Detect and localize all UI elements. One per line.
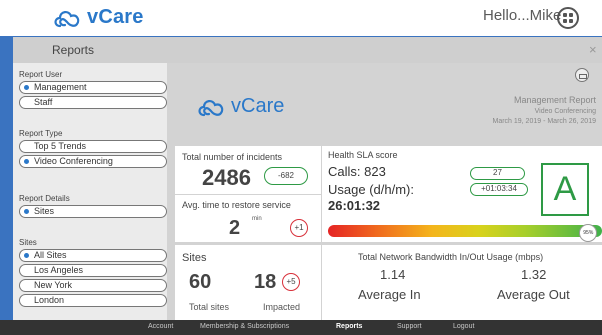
cloud-logo-icon — [198, 99, 224, 116]
footer-nav: Account Membership & Subscriptions Repor… — [0, 320, 602, 335]
grid-dot-icon — [569, 19, 573, 23]
option-new-york[interactable]: New York — [19, 279, 167, 292]
sites-card: Sites 60 Total sites 18 +5 Impacted — [175, 245, 321, 320]
restore-delta-badge: +1 — [290, 219, 308, 237]
report-info: Management Report Video Conferencing Mar… — [376, 95, 596, 125]
sites-impacted-label: Impacted — [263, 302, 301, 312]
sites-impacted-delta-badge: +5 — [282, 273, 300, 291]
footer-link-logout[interactable]: Logout — [453, 323, 474, 330]
option-top-5-trends[interactable]: Top 5 Trends — [19, 140, 167, 153]
report-subtitle: Video Conferencing — [534, 108, 596, 115]
bandwidth-in-label: Average In — [358, 287, 421, 302]
option-all-sites[interactable]: All Sites — [19, 249, 167, 262]
restore-value: 2 — [229, 217, 241, 239]
incidents-delta-badge: -682 — [264, 167, 308, 185]
restore-card: Avg. time to restore service 2 min +1 — [175, 195, 321, 242]
print-icon[interactable] — [575, 68, 589, 82]
brand-name: vCare — [87, 6, 144, 28]
report-brand-logo: vCare — [196, 95, 284, 118]
grid-dot-icon — [563, 13, 567, 17]
greeting: Hello...Mike — [483, 7, 562, 24]
incidents-value: 2486 — [202, 165, 251, 190]
sites-impacted-value: 18 — [254, 271, 277, 293]
option-management[interactable]: Management — [19, 81, 167, 94]
report-user-section: Report User Management Staff — [19, 70, 167, 111]
option-london[interactable]: London — [19, 294, 167, 307]
restore-label: Avg. time to restore service — [182, 200, 291, 210]
sites-total-value: 60 — [189, 271, 212, 293]
report-date-range: March 19, 2019 - March 26, 2019 — [492, 118, 596, 125]
sla-usage-badge: +01:03:34 — [470, 183, 528, 196]
bandwidth-out-label: Average Out — [497, 287, 570, 302]
report-type-section: Report Type Top 5 Trends Video Conferenc… — [19, 129, 167, 170]
sla-usage-label: Usage (d/h/m): — [328, 182, 414, 197]
close-icon[interactable]: × — [589, 42, 597, 57]
option-sites[interactable]: Sites — [19, 205, 167, 218]
sites-total-label: Total sites — [189, 302, 230, 312]
report-filters-sidebar: Report User Management Staff Report Type… — [13, 63, 167, 320]
dialog-titlebar: Reports × — [13, 37, 602, 63]
sites-section: Sites All Sites Los Angeles New York Lon… — [19, 238, 167, 309]
sla-grade: A — [541, 163, 589, 216]
section-title: Report Type — [19, 129, 63, 138]
apps-menu-button[interactable] — [557, 7, 579, 29]
grid-dot-icon — [569, 13, 573, 17]
incidents-card: Total number of incidents 2486 -682 — [175, 146, 321, 194]
footer-link-support[interactable]: Support — [397, 323, 422, 330]
sla-label: Health SLA score — [328, 150, 398, 160]
top-header: vCare Hello...Mike — [0, 0, 602, 36]
sla-score-bar — [328, 225, 602, 237]
section-title: Report Details — [19, 194, 70, 203]
grid-dot-icon — [563, 19, 567, 23]
footer-link-account[interactable]: Account — [148, 323, 173, 330]
cloud-logo-icon — [54, 10, 80, 27]
dialog-title: Reports — [52, 43, 95, 57]
brand-logo[interactable]: vCare — [52, 6, 144, 29]
incidents-label: Total number of incidents — [182, 152, 283, 162]
restore-unit: min — [252, 216, 262, 222]
footer-link-reports[interactable]: Reports — [336, 323, 362, 330]
option-staff[interactable]: Staff — [19, 96, 167, 109]
section-title: Report User — [19, 70, 63, 79]
sites-label: Sites — [182, 252, 207, 264]
report-details-section: Report Details Sites — [19, 194, 167, 220]
sla-usage-value: 26:01:32 — [328, 198, 381, 213]
bandwidth-label: Total Network Bandwidth In/Out Usage (mb… — [358, 252, 544, 262]
option-video-conferencing[interactable]: Video Conferencing — [19, 155, 167, 168]
bandwidth-in-value: 1.14 — [380, 267, 406, 282]
bandwidth-out-value: 1.32 — [521, 267, 547, 282]
report-brand-name: vCare — [231, 95, 285, 117]
bandwidth-card: Total Network Bandwidth In/Out Usage (mb… — [322, 245, 602, 320]
report-title: Management Report — [513, 95, 596, 105]
sla-calls-badge: 27 — [470, 167, 525, 180]
section-title: Sites — [19, 238, 37, 247]
sla-calls: Calls: 823 — [328, 164, 386, 179]
option-los-angeles[interactable]: Los Angeles — [19, 264, 167, 277]
footer-link-membership[interactable]: Membership & Subscriptions — [200, 323, 289, 330]
